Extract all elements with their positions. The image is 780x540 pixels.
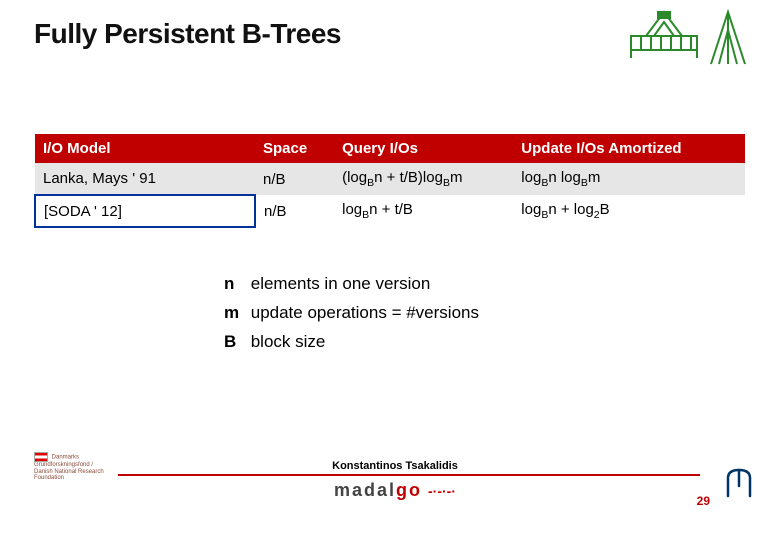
- flag-icon: [34, 452, 48, 462]
- legend-row: n elements in one version: [224, 270, 746, 299]
- update-cell: logBn + log2B: [513, 195, 745, 227]
- col-model: I/O Model: [35, 134, 255, 163]
- table-row: [SODA ' 12] n/B logBn + t/B logBn + log2…: [35, 195, 745, 227]
- table-header-row: I/O Model Space Query I/Os Update I/Os A…: [35, 134, 745, 163]
- dots-icon: -·-·-·: [428, 483, 456, 499]
- page-number: 29: [697, 494, 710, 508]
- author-name: Konstantinos Tsakalidis: [34, 460, 756, 472]
- footer-rule: [118, 474, 700, 476]
- space-cell: n/B: [255, 163, 334, 195]
- ref-cell-highlight: [SODA ' 12]: [35, 195, 255, 227]
- col-space: Space: [255, 134, 334, 163]
- col-update: Update I/Os Amortized: [513, 134, 745, 163]
- table-row: Lanka, Mays ' 91 n/B (logBn + t/B)logBm …: [35, 163, 745, 195]
- ref-cell: Lanka, Mays ' 91: [35, 163, 255, 195]
- madalgo-logo: madalgo-·-·-·: [34, 480, 756, 501]
- col-query: Query I/Os: [334, 134, 513, 163]
- update-cell: logBn logBm: [513, 163, 745, 195]
- query-cell: logBn + t/B: [334, 195, 513, 227]
- bridge-tree-logo: [626, 8, 756, 72]
- complexity-table: I/O Model Space Query I/Os Update I/Os A…: [34, 134, 746, 228]
- query-cell: (logBn + t/B)logBm: [334, 163, 513, 195]
- au-logo: [722, 466, 756, 500]
- legend-row: m update operations = #versions: [224, 299, 746, 328]
- footer: Konstantinos Tsakalidis Danmarks Grundfo…: [34, 452, 756, 530]
- slide: Fully Persistent B-Trees: [0, 0, 780, 540]
- space-cell: n/B: [255, 195, 334, 227]
- legend-row: B block size: [224, 328, 746, 357]
- legend: n elements in one version m update opera…: [224, 270, 746, 357]
